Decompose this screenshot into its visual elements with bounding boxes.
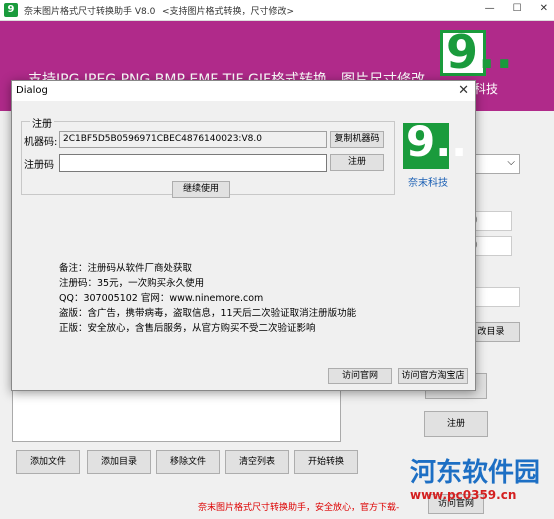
dialog-title-bar: Dialog ✕ — [12, 81, 475, 101]
continue-button[interactable]: 继续使用 — [172, 181, 230, 198]
clear-list-button[interactable]: 清空列表 — [225, 450, 289, 474]
remove-file-button[interactable]: 移除文件 — [156, 450, 220, 474]
file-list[interactable] — [12, 390, 341, 442]
notes-block: 备注：注册码从软件厂商处获取 注册码：35元，一次购买永久使用 QQ：30700… — [59, 261, 356, 336]
note-line: 注册码：35元，一次购买永久使用 — [59, 278, 205, 289]
note-line: QQ：307005102 官网：www.ninemore.com — [59, 293, 264, 304]
add-dir-button[interactable]: 添加目录 — [87, 450, 151, 474]
visit-site-button[interactable]: 访问官网 — [328, 368, 392, 384]
note-line: 备注：注册码从软件厂商处获取 — [59, 263, 193, 274]
close-icon[interactable]: ✕ — [540, 3, 548, 14]
dialog-logo: 9.. — [403, 117, 467, 169]
app-logo-icon: 9 — [4, 3, 18, 17]
copy-machine-code-button[interactable]: 复制机器码 — [330, 131, 384, 148]
reg-code-label: 注册码 — [24, 160, 54, 171]
machine-code-field[interactable]: 2C1BF5D5B0596971CBEC4876140023:V8.0 — [59, 131, 327, 148]
note-line: 盗版：含广告，携带病毒，盗取信息，11天后二次验证取消注册版功能 — [59, 308, 357, 319]
main-title-bar: 9 奈末图片格式尺寸转换助手 V8.0 <支持图片格式转换，尺寸修改> — ☐ … — [0, 0, 554, 21]
footer-text: 奈末图片格式尺寸转换助手，安全放心，官方下载- — [198, 503, 400, 513]
dialog-brand: 奈末科技 — [408, 178, 448, 189]
dialog-title: Dialog — [16, 85, 48, 96]
start-convert-button[interactable]: 开始转换 — [294, 450, 358, 474]
main-window-title: 奈末图片格式尺寸转换助手 V8.0 — [24, 7, 156, 17]
dialog-register-button[interactable]: 注册 — [330, 154, 384, 171]
chevron-down-icon: ⌵ — [507, 157, 515, 168]
note-line: 正版：安全放心，含售后服务，从官方购买不受二次验证影响 — [59, 323, 316, 334]
logo-glyph: 9.. — [446, 25, 513, 79]
register-group-caption: 注册 — [30, 115, 54, 130]
visit-taobao-button[interactable]: 访问官方淘宝店 — [398, 368, 468, 384]
minimize-icon[interactable]: — — [485, 3, 495, 14]
logo-glyph: 9.. — [406, 117, 468, 166]
brand-logo: 9.. — [440, 25, 513, 79]
watermark-title: 河东软件园 — [410, 458, 541, 488]
watermark-url: www.pc0359.cn — [410, 488, 517, 502]
machine-code-label: 机器码: — [24, 137, 58, 148]
add-file-button[interactable]: 添加文件 — [16, 450, 80, 474]
main-window-subtitle: <支持图片格式转换，尺寸修改> — [162, 7, 295, 17]
reg-code-input[interactable] — [59, 154, 327, 172]
maximize-icon[interactable]: ☐ — [513, 3, 522, 14]
close-icon[interactable]: ✕ — [458, 83, 469, 98]
main-register-button[interactable]: 注册 — [424, 411, 488, 437]
registration-dialog: Dialog ✕ 注册 机器码: 2C1BF5D5B0596971CBEC487… — [11, 80, 476, 391]
banner-brand: 科技 — [474, 82, 499, 96]
